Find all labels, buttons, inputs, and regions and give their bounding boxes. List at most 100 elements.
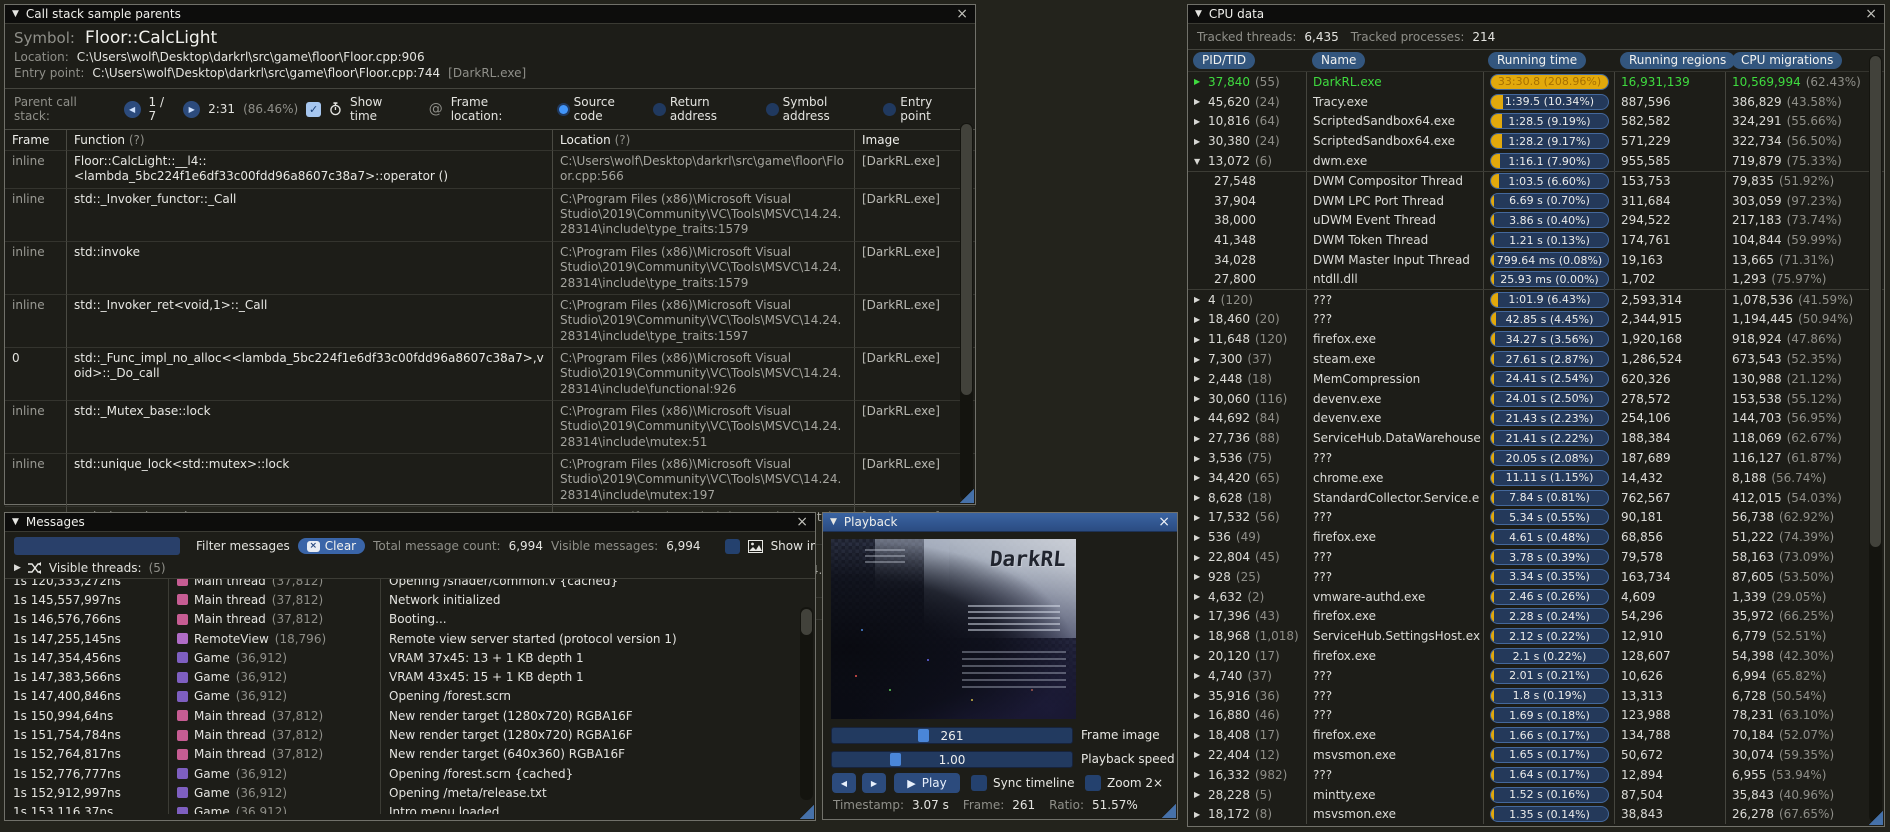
callstack-table-row[interactable]: inline Floor::CalcLight::__l4::<lambda_5b… (5, 151, 975, 189)
cpu-table-row[interactable]: ▶ 22,804 (45)??? 3.78 s (0.39%) 79,578 58,163… (1188, 547, 1884, 567)
expand-arrow-icon[interactable]: ▶ (1194, 315, 1208, 324)
close-icon[interactable]: × (956, 7, 968, 21)
close-icon[interactable]: × (1865, 7, 1877, 21)
show-time-checkbox[interactable]: ✓ (306, 101, 322, 117)
expand-arrow-icon[interactable]: ▶ (1194, 434, 1208, 443)
function-column-header[interactable]: Function (?) (67, 130, 553, 151)
callstack-table-row[interactable]: inline std::_Invoker_ret<void,1>::_Call C:… (5, 294, 975, 348)
expand-arrow-icon[interactable]: ▶ (1194, 691, 1208, 700)
cpu-table-row[interactable]: ▶ 17,532 (56)??? 5.34 s (0.55%) 90,181 56,738… (1188, 507, 1884, 528)
message-row[interactable]: 1s 146,576,766ns Main thread (37,812) Booti… (5, 609, 815, 629)
cpu-table-row[interactable]: ▶ 16,332 (982)??? 1.64 s (0.17%) 12,894 6,955… (1188, 764, 1884, 785)
cpu-table-row[interactable]: ▶ 20,120 (17) firefox.exe 2.1 s (0.22%) 128,6… (1188, 646, 1884, 666)
expand-arrow-icon[interactable]: ▶ (1194, 731, 1208, 740)
cpu-table-row[interactable]: ▶ 16,880 (46)??? 1.69 s (0.18%) 123,988 78,23… (1188, 705, 1884, 726)
cpu-table-row[interactable]: 27,548 DWM Compositor Thread 1:03.5 (6.60%… (1188, 170, 1884, 191)
expand-arrow-icon[interactable]: ▶ (1194, 572, 1208, 581)
location-column-header[interactable]: Location (?) (553, 130, 855, 151)
message-row[interactable]: 1s 150,994,64ns Main thread (37,812) New re… (5, 706, 815, 726)
cpu-table-row[interactable]: 41,348 DWM Token Thread 1.21 s (0.13%) 174,… (1188, 230, 1884, 251)
cpu-table-row[interactable]: ▶ 27,736 (88) ServiceHub.DataWarehouse 21.41… (1188, 428, 1884, 449)
collapse-icon[interactable]: ▼ (1195, 9, 1202, 19)
cpu-scrollbar-thumb[interactable] (1870, 56, 1881, 547)
expand-arrow-icon[interactable]: ▶ (1194, 612, 1208, 621)
cpu-table-row[interactable]: ▶ 4,632 (2) vmware-authd.exe 2.46 s (0.26%) 4… (1188, 586, 1884, 607)
collapse-arrow-icon[interactable]: ▼ (1194, 157, 1208, 166)
expand-arrow-icon[interactable]: ▶ (1194, 770, 1208, 779)
image-column-header[interactable]: Image (855, 130, 975, 151)
message-row[interactable]: 1s 147,400,846ns Game (36,912) Opening /for… (5, 686, 815, 707)
playback-titlebar[interactable]: ▼ Playback × (823, 513, 1177, 532)
expand-arrow-icon[interactable]: ▶ (1194, 671, 1208, 680)
cpu-table-row[interactable]: 34,028 DWM Master Input Thread 799.64 ms (… (1188, 250, 1884, 270)
cpu-table-row[interactable]: ▶ 30,060 (116) devenv.exe 24.01 s (2.50%) 278… (1188, 388, 1884, 409)
frame-column-header[interactable]: Frame (5, 130, 67, 151)
cpu-table-row[interactable]: ▶ 4,740 (37)??? 2.01 s (0.21%) 10,626 6,994 (6… (1188, 665, 1884, 686)
expand-arrow-icon[interactable]: ▶ (1194, 355, 1208, 364)
radio-source-code[interactable] (556, 102, 570, 116)
radio-symbol-address[interactable] (765, 102, 779, 116)
cpu-table-row[interactable]: ▶ 17,396 (43) firefox.exe 2.28 s (0.24%) 54,2… (1188, 606, 1884, 627)
clear-button[interactable]: × Clear (297, 538, 366, 554)
callstack-table-row[interactable]: 0 std::_Func_impl_no_alloc<<lambda_5bc224… (5, 347, 975, 402)
show-images-checkbox[interactable] (724, 538, 740, 554)
cpu-table-row[interactable]: ▶ 44,692 (84) devenv.exe 21.43 s (2.23%) 254,… (1188, 408, 1884, 429)
cpu-table-row[interactable]: ▶ 928 (25)??? 3.34 s (0.35%) 163,734 87,605 (5… (1188, 566, 1884, 587)
cpu-table-row[interactable]: ▶ 2,448 (18) MemCompression 24.41 s (2.54%) 6… (1188, 368, 1884, 389)
play-button[interactable]: ▶ Play (894, 773, 960, 793)
expand-arrow-icon[interactable]: ▶ (1194, 137, 1208, 146)
cpu-migrations-column-header[interactable]: CPU migrations (1732, 52, 1843, 69)
expand-arrow-icon[interactable]: ▶ (1194, 632, 1208, 641)
expand-arrow-icon[interactable]: ▶ (1194, 553, 1208, 562)
close-icon[interactable]: × (1158, 515, 1170, 529)
cpu-table-row[interactable]: 37,904 DWM LPC Port Thread 6.69 s (0.70%) 3… (1188, 190, 1884, 211)
expand-arrow-icon[interactable]: ▶ (1194, 454, 1208, 463)
step-forward-button[interactable]: ▶ (862, 773, 886, 793)
callstack-table-row[interactable]: inline std::invoke C:\Program Files (x86)\… (5, 241, 975, 295)
expand-arrow-icon[interactable]: ▶ (1194, 97, 1208, 106)
callstack-scrollbar[interactable] (960, 123, 973, 500)
resize-grip[interactable] (799, 804, 814, 819)
frame-image-slider[interactable]: 261 (831, 727, 1073, 744)
cpu-table-row[interactable]: ▶ 18,172 (8) msvsmon.exe 1.35 s (0.14%) 38,84… (1188, 804, 1884, 825)
expand-arrow-icon[interactable]: ▶ (1194, 711, 1208, 720)
filter-input[interactable] (14, 537, 180, 555)
cpu-table-row[interactable]: ▶ 22,404 (12) msvsmon.exe 1.65 s (0.17%) 50,6… (1188, 745, 1884, 765)
sync-timeline-checkbox[interactable] (971, 775, 987, 791)
expand-arrow-icon[interactable]: ▶ (1194, 77, 1208, 86)
close-icon[interactable]: × (796, 515, 808, 529)
cpu-table-row[interactable]: ▶ 18,968 (1,018) ServiceHub.SettingsHost.ex… (1188, 626, 1884, 647)
step-back-button[interactable]: ◀ (832, 773, 856, 793)
resize-grip[interactable] (959, 488, 974, 503)
message-row[interactable]: 1s 147,383,566ns Game (36,912) VRAM 43x45: … (5, 667, 815, 687)
expand-arrow-icon[interactable]: ▶ (1194, 394, 1208, 403)
cpu-table-row[interactable]: ▶ 37,840 (55) DarkRL.exe 33:30.8 (208.96%) 16… (1188, 72, 1884, 92)
messages-titlebar[interactable]: ▼ Messages × (5, 513, 815, 532)
collapse-icon[interactable]: ▼ (830, 517, 837, 527)
message-row[interactable]: 1s 120,333,272ns Main thread (37,812) Openi… (5, 579, 815, 591)
expand-arrow-icon[interactable]: ▶ (1194, 374, 1208, 383)
message-row[interactable]: 1s 153,116,37ns Game (36,912) Intro menu lo… (5, 802, 815, 814)
expand-arrow-icon[interactable]: ▶ (1194, 335, 1208, 344)
cpu-table-row[interactable]: ▶ 34,420 (65) chrome.exe 11.11 s (1.15%) 14,4… (1188, 467, 1884, 488)
zoom-2x-checkbox[interactable] (1085, 775, 1101, 791)
message-row[interactable]: 1s 152,912,997ns Game (36,912) Opening /met… (5, 783, 815, 803)
message-row[interactable]: 1s 151,754,784ns Main thread (37,812) New r… (5, 725, 815, 745)
message-row[interactable]: 1s 152,776,777ns Game (36,912) Opening /for… (5, 763, 815, 784)
callstack-scrollbar-thumb[interactable] (961, 124, 972, 396)
messages-scrollbar[interactable] (800, 607, 813, 800)
cpu-table-row[interactable]: ▼ 13,072 (6) dwm.exe 1:16.1 (7.90%) 955,585 71… (1188, 151, 1884, 171)
expand-arrow-icon[interactable]: ▶ (1194, 790, 1208, 799)
pid-tid-column-header[interactable]: PID/TID (1193, 52, 1256, 69)
expand-arrow-icon[interactable]: ▶ (1194, 750, 1208, 759)
cpu-table-row[interactable]: 27,800 ntdll.dll 25.93 ms (0.00%) 1,702 1,29… (1188, 269, 1884, 290)
cpu-scrollbar[interactable] (1869, 55, 1882, 822)
resize-grip[interactable] (1868, 810, 1883, 825)
expand-arrow-icon[interactable]: ▶ (1194, 513, 1208, 522)
callstack-table-row[interactable]: inline std::_Mutex_base::lock C:\Program F… (5, 401, 975, 455)
cpu-table-row[interactable]: ▶ 30,380 (24) ScriptedSandbox64.exe 1:28.2 (… (1188, 131, 1884, 152)
messages-scrollbar-thumb[interactable] (801, 609, 812, 635)
running-time-column-header[interactable]: Running time (1488, 52, 1587, 69)
collapse-icon[interactable]: ▼ (12, 9, 19, 19)
message-row[interactable]: 1s 152,764,817ns Main thread (37,812) New r… (5, 744, 815, 764)
